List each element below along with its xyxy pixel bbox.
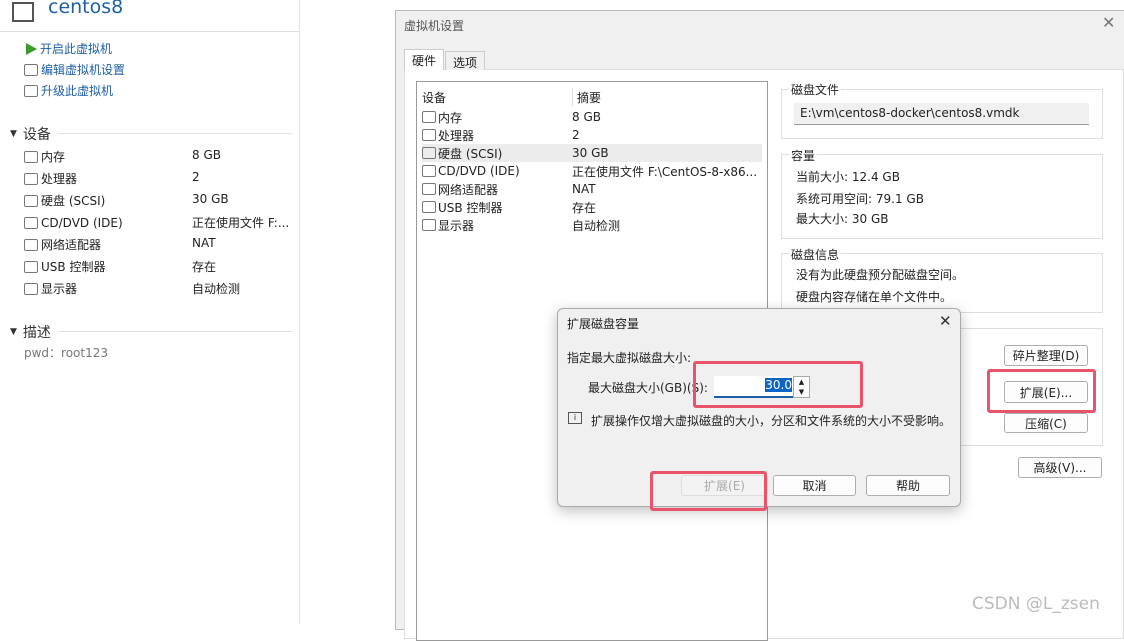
display-icon [422, 219, 436, 231]
disk-info-2: 硬盘内容存储在单个文件中。 [796, 290, 953, 304]
play-icon [26, 42, 37, 55]
defrag-button[interactable]: 碎片整理(D) [1004, 345, 1088, 366]
highlight-box [987, 369, 1096, 413]
cpu-icon [422, 129, 436, 141]
close-icon[interactable]: ✕ [1102, 13, 1115, 32]
display-icon [24, 282, 38, 295]
edit-icon [24, 63, 38, 76]
description-section[interactable]: ▼ 描述 [10, 322, 51, 342]
close-icon[interactable]: ✕ [939, 312, 952, 330]
device-list-row[interactable]: 处理器 2 [422, 126, 762, 144]
device-list-row[interactable]: CD/DVD (IDE) 正在使用文件 F:\CentOS-8-x86... [422, 162, 762, 180]
disk-info-label: 磁盘信息 [789, 246, 842, 263]
upgrade-icon [24, 84, 38, 97]
disk-file-label: 磁盘文件 [789, 81, 842, 98]
device-row[interactable]: 硬盘 (SCSI) 30 GB [24, 192, 294, 209]
max-size: 最大大小: 30 GB [796, 212, 889, 226]
edit-settings-link[interactable]: 编辑虚拟机设置 [24, 61, 125, 78]
current-size: 当前大小: 12.4 GB [796, 170, 900, 184]
memory-icon [422, 111, 436, 123]
device-row[interactable]: 显示器 自动检测 [24, 280, 294, 297]
vm-icon [12, 2, 34, 22]
device-list-row[interactable]: 硬盘 (SCSI) 30 GB [422, 144, 762, 162]
vm-summary-panel: centos8 开启此虚拟机 编辑虚拟机设置 升级此虚拟机 ▼ 设备 内存 8 GB… [0, 0, 300, 624]
harddisk-icon [24, 194, 38, 207]
disk-file-field[interactable]: E:\vm\centos8-docker\centos8.vmdk [794, 103, 1089, 125]
collapse-icon: ▼ [10, 327, 17, 337]
note-text: 扩展操作仅增大虚拟磁盘的大小，分区和文件系统的大小不受影响。 [591, 414, 952, 428]
device-list-row[interactable]: 显示器 自动检测 [422, 216, 762, 234]
cancel-button[interactable]: 取消 [773, 475, 856, 496]
upgrade-link[interactable]: 升级此虚拟机 [24, 82, 113, 99]
device-row[interactable]: USB 控制器 存在 [24, 258, 294, 275]
device-row[interactable]: 内存 8 GB [24, 148, 294, 165]
power-on-link[interactable]: 开启此虚拟机 [24, 40, 112, 57]
devices-section[interactable]: ▼ 设备 [10, 124, 51, 144]
watermark: CSDN @L_zsen [972, 594, 1100, 614]
column-device[interactable]: 设备 [422, 89, 572, 106]
highlight-box [650, 471, 767, 511]
capacity-label: 容量 [789, 147, 818, 164]
expand-dialog-title: 扩展磁盘容量 [567, 317, 640, 331]
free-space: 系统可用空间: 79.1 GB [796, 192, 924, 206]
max-size-label: 最大磁盘大小(GB)(S): [588, 381, 708, 395]
highlight-box [693, 361, 863, 408]
harddisk-icon [422, 147, 436, 159]
cpu-icon [24, 172, 38, 185]
dialog-title: 虚拟机设置 [404, 19, 465, 33]
device-row[interactable]: CD/DVD (IDE) 正在使用文件 F:... [24, 214, 294, 231]
usb-icon [422, 201, 436, 213]
cdrom-icon [24, 216, 38, 229]
advanced-button[interactable]: 高级(V)... [1018, 457, 1102, 478]
device-row[interactable]: 网络适配器 NAT [24, 236, 294, 253]
memory-icon [24, 150, 38, 163]
disk-info-1: 没有为此硬盘预分配磁盘空间。 [796, 268, 965, 282]
compact-button[interactable]: 压缩(C) [1004, 413, 1088, 433]
vm-title: centos8 [48, 0, 124, 18]
tab-options[interactable]: 选项 [445, 51, 486, 70]
info-icon: i [568, 412, 582, 424]
prompt-label: 指定最大虚拟磁盘大小: [567, 351, 692, 365]
tab-hardware[interactable]: 硬件 [404, 49, 445, 70]
collapse-icon: ▼ [10, 129, 17, 139]
network-icon [24, 238, 38, 251]
network-icon [422, 183, 436, 195]
description-text: pwd：root123 [24, 346, 109, 360]
device-list-row[interactable]: 内存 8 GB [422, 108, 762, 126]
device-list-row[interactable]: USB 控制器 存在 [422, 198, 762, 216]
device-row[interactable]: 处理器 2 [24, 170, 294, 187]
column-summary[interactable]: 摘要 [572, 88, 601, 106]
cdrom-icon [422, 165, 436, 177]
usb-icon [24, 260, 38, 273]
device-list-row[interactable]: 网络适配器 NAT [422, 180, 762, 198]
help-button[interactable]: 帮助 [866, 475, 950, 496]
